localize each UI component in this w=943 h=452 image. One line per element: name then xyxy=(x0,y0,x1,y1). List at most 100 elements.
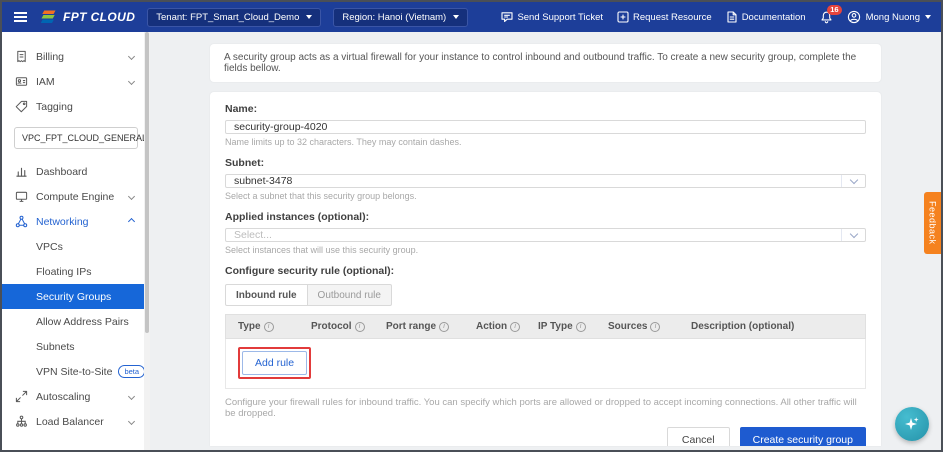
tab-outbound-rule[interactable]: Outbound rule xyxy=(308,284,392,306)
add-rule-highlight: Add rule xyxy=(238,347,311,379)
region-label: Region: Hanoi (Vietnam) xyxy=(342,12,446,23)
chevron-down-icon xyxy=(128,418,135,425)
sidebar-item-label: Dashboard xyxy=(36,166,138,178)
column-header-description: Description (optional) xyxy=(679,321,865,332)
sidebar-item-autoscaling[interactable]: Autoscaling xyxy=(2,384,150,409)
info-icon[interactable]: i xyxy=(355,322,365,332)
name-label: Name: xyxy=(225,103,866,115)
beta-badge: beta xyxy=(118,365,145,378)
scrollbar-thumb[interactable] xyxy=(145,32,149,333)
region-select[interactable]: Region: Hanoi (Vietnam) xyxy=(333,8,468,27)
sidebar-item-subnets[interactable]: Subnets xyxy=(2,334,150,359)
tenant-label: Tenant: FPT_Smart_Cloud_Demo xyxy=(156,12,299,23)
column-header-action: Action i xyxy=(464,321,526,332)
chevron-up-icon xyxy=(128,218,135,225)
menu-icon[interactable] xyxy=(12,10,29,24)
tag-icon xyxy=(14,100,28,113)
chevron-down-icon xyxy=(128,393,135,400)
tenant-select[interactable]: Tenant: FPT_Smart_Cloud_Demo xyxy=(147,8,321,27)
documentation-label: Documentation xyxy=(742,12,806,23)
sidebar-item-label: Security Groups xyxy=(36,291,111,303)
rules-table-body: Add rule xyxy=(225,339,866,389)
column-header-port-range: Port range i xyxy=(374,321,464,332)
dashboard-icon xyxy=(14,165,28,178)
info-icon[interactable]: i xyxy=(264,322,274,332)
sidebar-item-compute-engine[interactable]: Compute Engine xyxy=(2,184,150,209)
topbar: FPT CLOUD Tenant: FPT_Smart_Cloud_Demo R… xyxy=(2,2,941,32)
notification-badge: 16 xyxy=(827,5,841,15)
brand-text: FPT CLOUD xyxy=(63,10,135,24)
column-header-ip-type: IP Type i xyxy=(526,321,596,332)
chevron-down-icon xyxy=(306,15,312,19)
iam-icon xyxy=(14,75,28,88)
cancel-button[interactable]: Cancel xyxy=(667,427,730,446)
info-icon[interactable]: i xyxy=(510,322,520,332)
sidebar-item-vpn-site-to-site[interactable]: VPN Site-to-Site beta xyxy=(2,359,150,384)
request-resource-link[interactable]: Request Resource xyxy=(617,11,712,23)
subnet-select-value: subnet-3478 xyxy=(234,175,292,187)
instances-help: Select instances that will use this secu… xyxy=(225,245,866,255)
main-content: A security group acts as a virtual firew… xyxy=(150,32,941,450)
sidebar-item-label: Tagging xyxy=(36,101,138,113)
sidebar-item-dashboard[interactable]: Dashboard xyxy=(2,159,150,184)
networking-icon xyxy=(14,215,28,228)
feedback-tab[interactable]: Feedback xyxy=(924,192,941,254)
info-icon[interactable]: i xyxy=(576,322,586,332)
intro-text: A security group acts as a virtual firew… xyxy=(224,52,867,74)
rules-label: Configure security rule (optional): xyxy=(225,265,866,277)
sidebar-item-allow-address-pairs[interactable]: Allow Address Pairs xyxy=(2,309,150,334)
create-security-group-form: Name: Name limits up to 32 characters. T… xyxy=(210,92,881,446)
load-balancer-icon xyxy=(14,415,28,428)
sidebar-item-label: Load Balancer xyxy=(36,416,121,428)
vpc-selector[interactable]: VPC_FPT_CLOUD_GENERAL xyxy=(14,127,138,149)
ai-chat-button[interactable] xyxy=(895,407,929,441)
sparkle-icon xyxy=(903,415,921,433)
documentation-link[interactable]: Documentation xyxy=(726,11,806,23)
sidebar-item-billing[interactable]: Billing xyxy=(2,44,150,69)
vpc-selector-value: VPC_FPT_CLOUD_GENERAL xyxy=(22,133,147,143)
sidebar: Billing IAM Tagging VPC_FPT_CLOUD_GENERA… xyxy=(2,32,150,450)
sidebar-item-tagging[interactable]: Tagging xyxy=(2,94,150,119)
name-input[interactable] xyxy=(225,120,866,134)
chevron-down-icon xyxy=(128,193,135,200)
sidebar-item-label: Compute Engine xyxy=(36,191,121,203)
sidebar-item-vpcs[interactable]: VPCs xyxy=(2,234,150,259)
add-rule-button[interactable]: Add rule xyxy=(242,351,307,375)
chevron-down-icon xyxy=(128,78,135,85)
brand-logo[interactable]: FPT CLOUD xyxy=(41,10,135,24)
user-avatar-icon xyxy=(847,10,861,24)
intro-card: A security group acts as a virtual firew… xyxy=(210,44,881,82)
autoscaling-icon xyxy=(14,390,28,403)
fpt-logo-icon xyxy=(41,10,57,24)
column-header-type: Type i xyxy=(226,321,299,332)
chevron-down-icon xyxy=(453,15,459,19)
create-security-group-button[interactable]: Create security group xyxy=(740,427,866,446)
column-header-protocol: Protocol i xyxy=(299,321,374,332)
user-menu[interactable]: Mong Nuong xyxy=(847,10,931,24)
select-arrow-box xyxy=(841,175,865,187)
send-support-ticket-link[interactable]: Send Support Ticket xyxy=(501,11,603,23)
name-help: Name limits up to 32 characters. They ma… xyxy=(225,137,866,147)
sidebar-item-load-balancer[interactable]: Load Balancer xyxy=(2,409,150,434)
tab-label: Outbound rule xyxy=(318,290,381,301)
tab-label: Inbound rule xyxy=(236,290,297,301)
info-icon[interactable]: i xyxy=(439,322,449,332)
info-icon[interactable]: i xyxy=(650,322,660,332)
sidebar-item-networking[interactable]: Networking xyxy=(2,209,150,234)
instances-select-placeholder: Select... xyxy=(234,229,272,241)
tab-inbound-rule[interactable]: Inbound rule xyxy=(225,284,308,306)
form-footer: Cancel Create security group xyxy=(225,419,866,446)
sidebar-item-label: Billing xyxy=(36,51,121,63)
request-resource-icon xyxy=(617,11,629,23)
sidebar-item-floating-ips[interactable]: Floating IPs xyxy=(2,259,150,284)
sidebar-item-label: Autoscaling xyxy=(36,391,121,403)
chevron-down-icon xyxy=(849,176,857,184)
rules-help: Configure your firewall rules for inboun… xyxy=(225,397,866,419)
instances-label: Applied instances (optional): xyxy=(225,211,866,223)
sidebar-item-iam[interactable]: IAM xyxy=(2,69,150,94)
subnet-select[interactable]: subnet-3478 xyxy=(225,174,866,188)
sidebar-item-security-groups[interactable]: Security Groups xyxy=(2,284,150,309)
notifications-button[interactable]: 16 xyxy=(820,11,833,24)
sidebar-item-label: IAM xyxy=(36,76,121,88)
instances-select[interactable]: Select... xyxy=(225,228,866,242)
